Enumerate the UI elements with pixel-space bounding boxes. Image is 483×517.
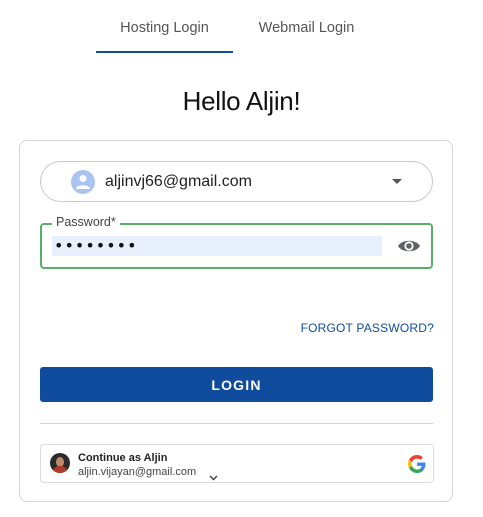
login-tabs: Hosting Login Webmail Login (0, 0, 483, 56)
chevron-down-icon[interactable] (209, 468, 218, 486)
login-page: Hosting Login Webmail Login Hello Aljin!… (0, 0, 483, 517)
tab-hosting-login[interactable]: Hosting Login (96, 20, 233, 54)
active-tab-indicator (96, 51, 233, 53)
google-account-email: aljin.vijayan@gmail.com (78, 466, 197, 478)
account-selector[interactable]: aljinvj66@gmail.com (40, 161, 433, 202)
password-field[interactable]: Password* (40, 215, 433, 269)
caret-down-icon[interactable] (392, 179, 402, 184)
password-input[interactable] (54, 233, 374, 257)
tab-webmail-login[interactable]: Webmail Login (243, 20, 370, 54)
google-g-icon (408, 455, 426, 478)
google-continue-button[interactable]: Continue as Aljin aljin.vijayan@gmail.co… (40, 444, 434, 483)
google-account-name: Continue as Aljin (78, 452, 168, 464)
account-email: aljinvj66@gmail.com (105, 173, 252, 190)
avatar (50, 453, 70, 473)
password-label: Password* (52, 215, 120, 229)
user-icon (71, 170, 95, 194)
eye-icon[interactable] (397, 235, 421, 257)
divider (40, 423, 433, 424)
forgot-password-link[interactable]: FORGOT PASSWORD? (301, 321, 434, 335)
greeting-heading: Hello Aljin! (182, 86, 301, 116)
login-button[interactable]: LOGIN (40, 367, 433, 402)
